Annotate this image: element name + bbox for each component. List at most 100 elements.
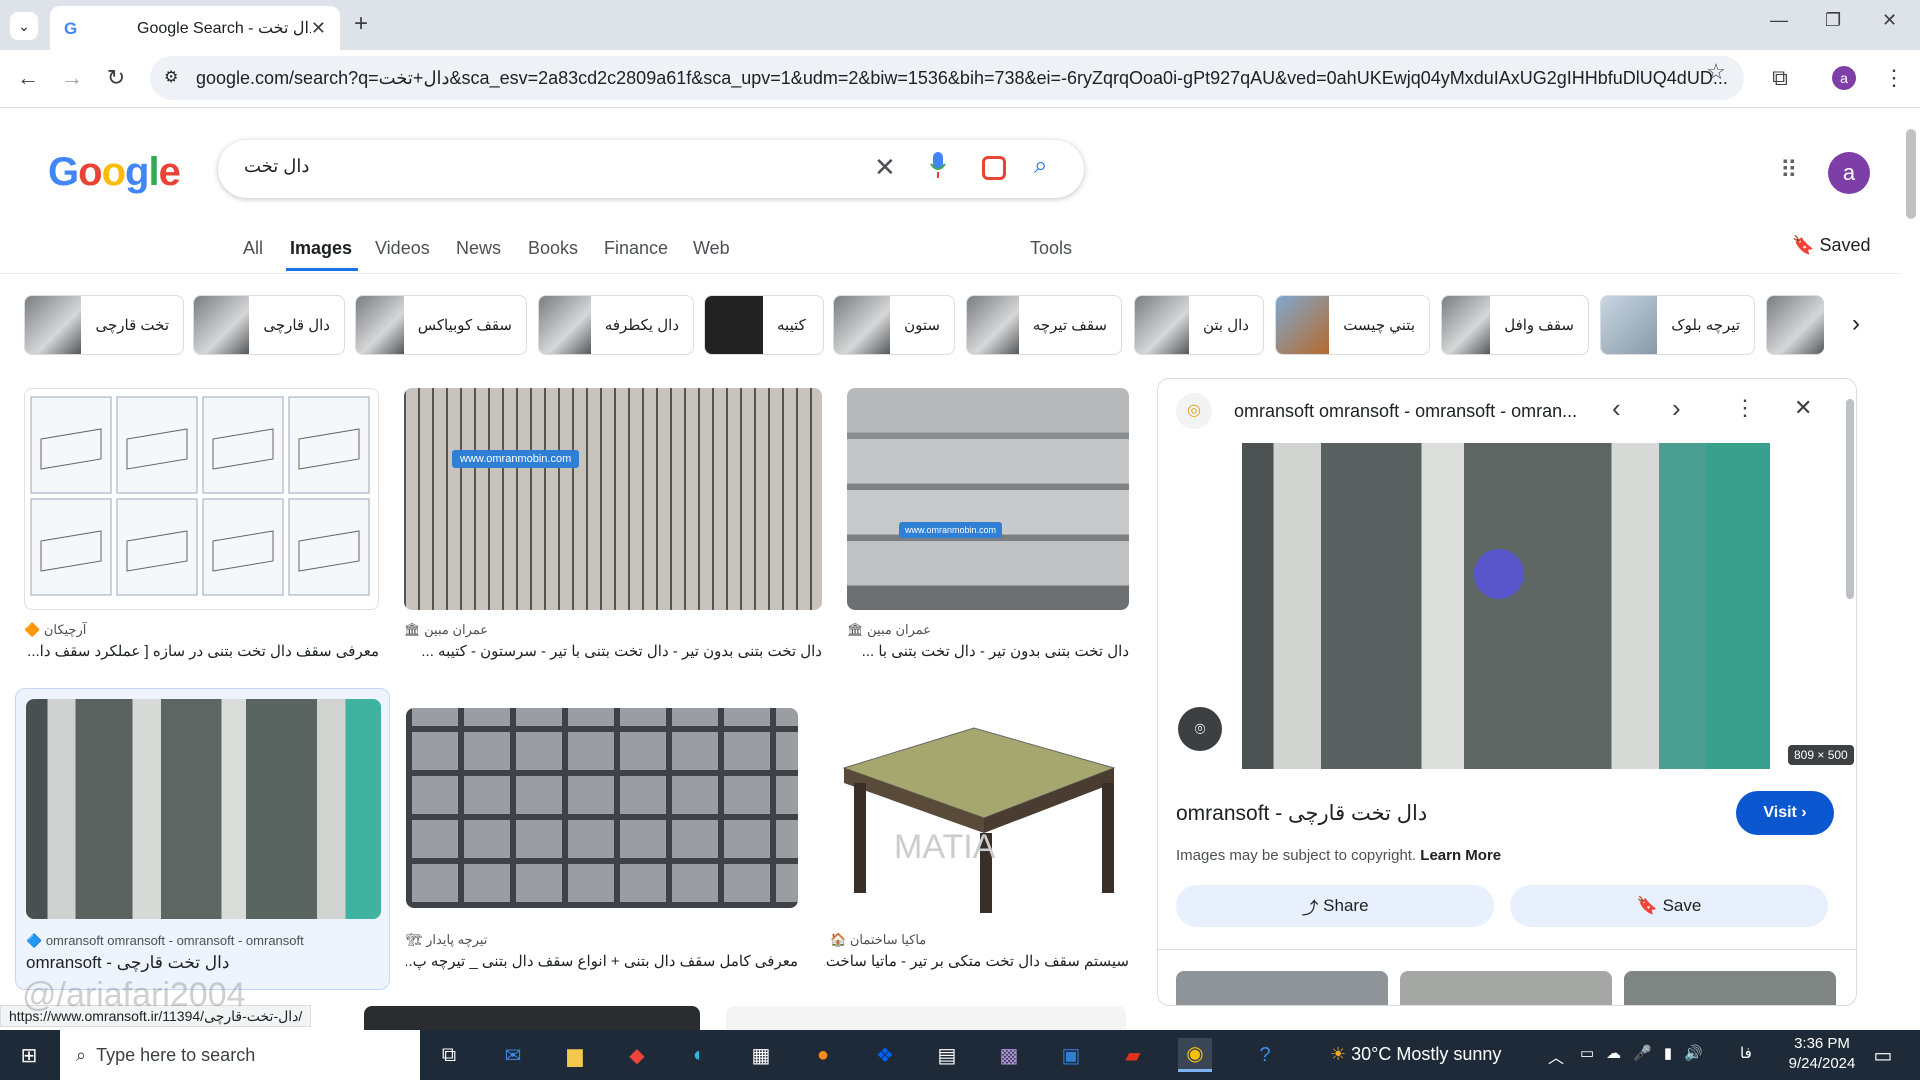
next-image-icon[interactable]: ›: [1672, 393, 1681, 424]
lens-icon[interactable]: ⌾: [1178, 707, 1222, 751]
google-apps-icon[interactable]: ⠿: [1780, 156, 1798, 185]
image-result[interactable]: www.omranmobin.com 🏛 عمران مبین دال تخت …: [847, 388, 1129, 668]
clear-search-icon[interactable]: ✕: [874, 152, 896, 183]
related-thumbnail[interactable]: [1624, 971, 1836, 1005]
browser-menu-icon[interactable]: ⋮: [1878, 62, 1910, 94]
chrome-icon[interactable]: ◉: [1178, 1038, 1212, 1072]
preview-image[interactable]: [1242, 443, 1770, 769]
mail-icon[interactable]: ✉: [496, 1038, 530, 1072]
related-chip[interactable]: تیرچه بلوک: [1600, 295, 1755, 355]
related-thumbnail[interactable]: [1400, 971, 1612, 1005]
task-view-icon[interactable]: ⧉: [432, 1038, 466, 1072]
tab-finance[interactable]: Finance: [604, 238, 668, 259]
result-image[interactable]: www.omranmobin.com: [404, 388, 822, 610]
image-result[interactable]: 🔶 آرچیکان معرفی سقف دال تخت بتنی در سازه…: [24, 388, 379, 668]
image-result-partial[interactable]: [726, 1006, 1126, 1030]
related-chip[interactable]: دال یکطرفه: [538, 295, 694, 355]
tab-videos[interactable]: Videos: [375, 238, 430, 259]
search-box[interactable]: دال تخت ✕ ⌕: [218, 140, 1084, 198]
panel-source-title[interactable]: omransoft omransoft - omransoft - omran.…: [1234, 401, 1594, 422]
more-options-icon[interactable]: ⋮: [1734, 395, 1756, 421]
image-result[interactable]: 🏗 تیرچه پایدار معرفی کامل سقف دال بتنی +…: [406, 698, 798, 978]
tab-images[interactable]: Images: [290, 238, 352, 259]
panel-title[interactable]: omransoft - دال تخت قارچی: [1176, 801, 1427, 826]
tab-web[interactable]: Web: [693, 238, 730, 259]
tab-all[interactable]: All: [243, 238, 263, 259]
related-chip[interactable]: بتني چیست: [1275, 295, 1430, 355]
result-image[interactable]: MATIA: [824, 698, 1129, 920]
result-caption[interactable]: دال تخت بتنی بدون تیر - دال تخت بتنی با …: [404, 642, 822, 660]
lens-search-icon[interactable]: [982, 156, 1006, 180]
image-result-partial[interactable]: [364, 1006, 700, 1030]
outlook-icon[interactable]: ▣: [1054, 1038, 1088, 1072]
result-caption[interactable]: معرفی کامل سقف دال بتنی + انواع سقف دال …: [406, 952, 798, 970]
taskbar-search[interactable]: ⌕ Type here to search: [60, 1030, 420, 1080]
store-icon[interactable]: ▦: [744, 1038, 778, 1072]
acrobat-icon[interactable]: ▰: [1116, 1038, 1150, 1072]
account-avatar[interactable]: a: [1828, 152, 1870, 194]
extensions-icon[interactable]: ⧉: [1764, 62, 1796, 94]
active-tab[interactable]: G Google Search - دال تخت ✕: [50, 6, 340, 50]
related-thumbnail[interactable]: [1176, 971, 1388, 1005]
firefox-icon[interactable]: ●: [806, 1038, 840, 1072]
result-caption[interactable]: omransoft - دال تخت قارچی: [26, 953, 381, 973]
windows-start-icon[interactable]: ⊞: [12, 1038, 46, 1072]
calculator-icon[interactable]: ▤: [930, 1038, 964, 1072]
search-submit-icon[interactable]: ⌕: [1034, 152, 1047, 180]
related-chip-partial[interactable]: [1766, 295, 1824, 355]
dropbox-icon[interactable]: ❖: [868, 1038, 902, 1072]
image-result-selected[interactable]: 🔷 omransoft omransoft - omransoft - omra…: [15, 688, 390, 990]
tools-button[interactable]: Tools: [1030, 238, 1072, 259]
save-button[interactable]: 🔖 Save: [1510, 885, 1828, 927]
forward-icon[interactable]: →: [56, 62, 88, 94]
result-image[interactable]: [24, 388, 379, 610]
related-chip[interactable]: ستون: [833, 295, 955, 355]
edge-icon[interactable]: ◐: [682, 1038, 716, 1072]
tab-books[interactable]: Books: [528, 238, 578, 259]
anydesk-icon[interactable]: ◆: [620, 1038, 654, 1072]
address-bar[interactable]: ⚙ google.com/search?q=دال+تخت&sca_esv=2a…: [150, 56, 1744, 100]
related-chip[interactable]: کتیبه: [704, 295, 824, 355]
app-grid-icon[interactable]: ▩: [992, 1038, 1026, 1072]
file-explorer-icon[interactable]: ▆: [558, 1038, 592, 1072]
result-image[interactable]: [26, 699, 381, 919]
related-chip[interactable]: دال بتن: [1134, 295, 1264, 355]
minimize-icon[interactable]: —: [1770, 10, 1788, 31]
related-chip[interactable]: سقف تیرچه: [966, 295, 1122, 355]
new-tab-icon[interactable]: +: [354, 10, 368, 38]
image-result[interactable]: www.omranmobin.com 🏛 عمران مبین دال تخت …: [404, 388, 822, 668]
clock[interactable]: 3:36 PM 9/24/2024: [1782, 1034, 1862, 1074]
tray-chevron-icon[interactable]: ︿: [1548, 1044, 1564, 1068]
share-button[interactable]: ⤴ Share: [1176, 885, 1494, 927]
related-chip[interactable]: تخت قارچی: [24, 295, 184, 355]
tray-icons[interactable]: ▭☁🎤▮🔊: [1580, 1044, 1715, 1062]
weather-widget[interactable]: ☀ 30°C Mostly sunny: [1330, 1044, 1501, 1065]
result-caption[interactable]: معرفی سقف دال تخت بتنی در سازه [ عملکرد …: [24, 642, 379, 660]
learn-more-link[interactable]: Learn More: [1420, 847, 1501, 864]
tab-news[interactable]: News: [456, 238, 501, 259]
chips-next-icon[interactable]: ›: [1852, 310, 1860, 338]
result-image[interactable]: www.omranmobin.com: [847, 388, 1129, 610]
bookmark-star-icon[interactable]: ☆: [1700, 56, 1732, 88]
result-image[interactable]: [406, 708, 798, 908]
page-scrollbar[interactable]: [1904, 115, 1918, 1025]
image-result[interactable]: MATIA 🏠 ماکیا ساختمان سیستم سقف دال تخت …: [824, 698, 1129, 978]
restore-icon[interactable]: ❐: [1825, 10, 1841, 31]
result-caption[interactable]: سیستم سقف دال تخت متکی بر تیر - ماتیا سا…: [824, 952, 1129, 970]
result-source[interactable]: 🏛 عمران مبین: [404, 622, 488, 638]
visit-button[interactable]: Visit ›: [1736, 791, 1834, 835]
google-logo[interactable]: Google: [48, 150, 181, 195]
site-info-icon[interactable]: ⚙: [164, 67, 178, 87]
profile-avatar[interactable]: a: [1832, 66, 1856, 90]
voice-search-icon[interactable]: [930, 152, 946, 178]
saved-button[interactable]: 🔖 Saved: [1792, 235, 1870, 256]
close-panel-icon[interactable]: ✕: [1794, 395, 1812, 421]
result-source[interactable]: 🏗 تیرچه پایدار: [406, 932, 487, 948]
tab-close-icon[interactable]: ✕: [311, 18, 326, 39]
result-source[interactable]: 🏛 عمران مبین: [847, 622, 931, 638]
back-icon[interactable]: ←: [12, 62, 44, 94]
notifications-icon[interactable]: ▭: [1866, 1038, 1900, 1072]
panel-scrollbar[interactable]: [1846, 399, 1854, 599]
related-chip[interactable]: دال قارچی: [193, 295, 345, 355]
related-chip[interactable]: سقف وافل: [1441, 295, 1589, 355]
